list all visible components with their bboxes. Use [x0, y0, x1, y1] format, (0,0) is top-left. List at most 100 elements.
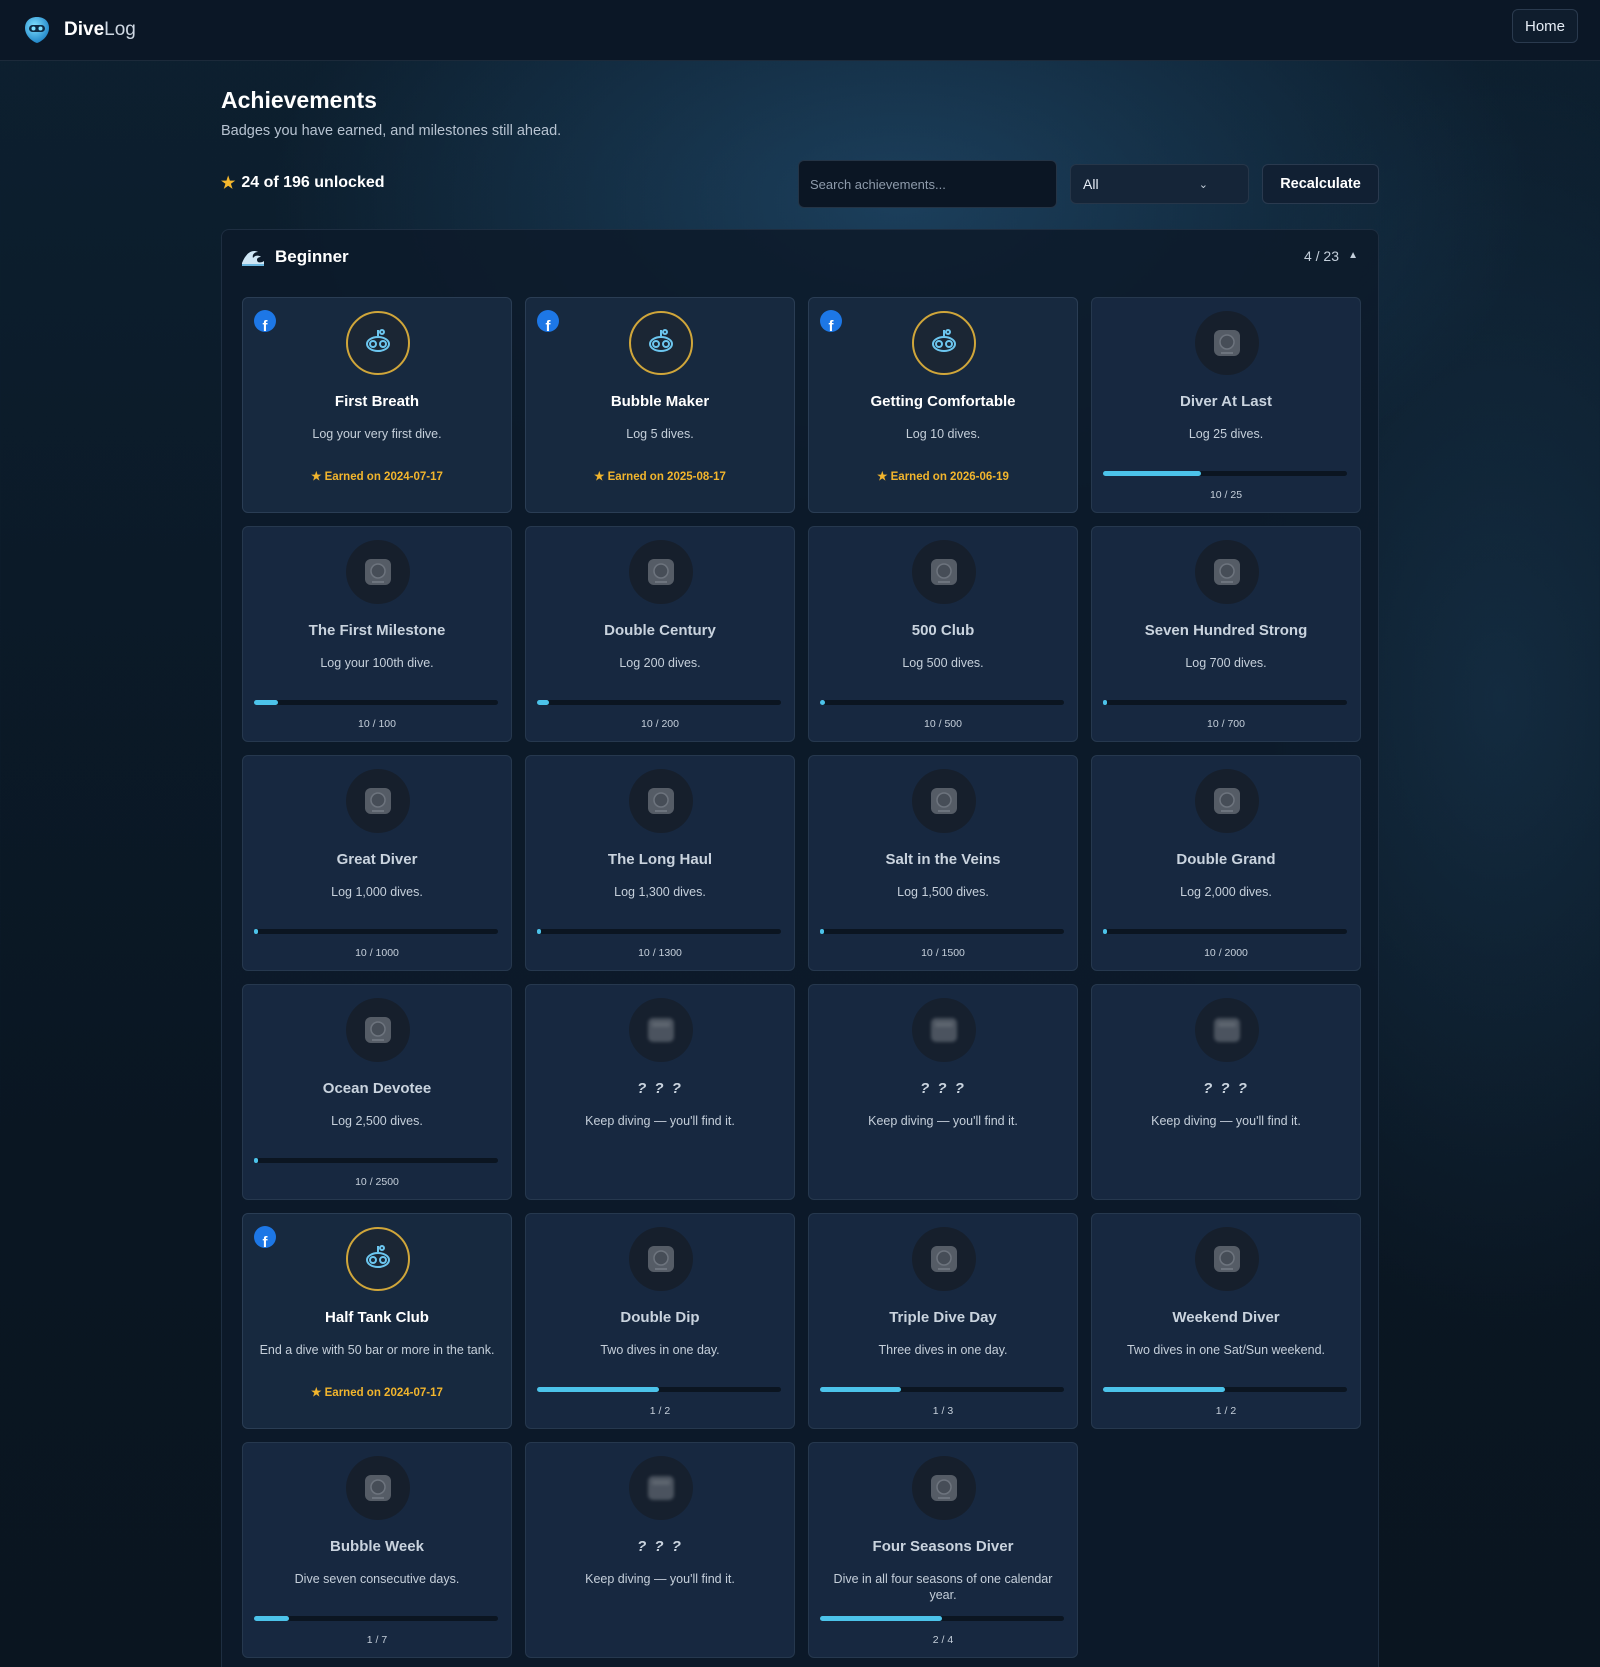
search-input[interactable]: Search achievements...	[798, 160, 1057, 208]
recalculate-button[interactable]: Recalculate	[1262, 164, 1379, 204]
section-header[interactable]: Beginner 4 / 23 ▲	[222, 230, 1378, 282]
collapse-caret-icon[interactable]: ▲	[1348, 250, 1358, 261]
achievement-name: Double Century	[604, 622, 716, 639]
achievement-description: Two dives in one day.	[600, 1343, 720, 1357]
achievement-name: Triple Dive Day	[889, 1309, 997, 1326]
earned-date: ★ Earned on 2025-08-17	[594, 471, 726, 483]
beginner-section: Beginner 4 / 23 ▲ f First Breath Log your …	[221, 229, 1379, 1667]
achievement-description: Dive in all four seasons of one calendar…	[833, 1572, 1053, 1602]
unlocked-count: 24 of 196 unlocked	[241, 174, 385, 191]
facebook-share-icon[interactable]: f	[254, 310, 276, 332]
achievement-card[interactable]: Salt in the Veins Log 1,500 dives. 10 / 15…	[808, 755, 1078, 971]
progress-bar	[537, 1387, 781, 1392]
divelog-logo-icon[interactable]	[24, 16, 50, 44]
achievement-card[interactable]: Great Diver Log 1,000 dives. 10 / 1000	[242, 755, 512, 971]
achievement-card[interactable]: f First Breath Log your very first dive. ★ …	[242, 297, 512, 513]
progress-bar	[1103, 700, 1347, 705]
achievement-card[interactable]: ? ? ? Keep diving — you'll find it.	[808, 984, 1078, 1200]
progress-text: 10 / 1000	[355, 947, 399, 959]
progress-fill	[1103, 929, 1107, 934]
progress-fill	[537, 700, 550, 705]
achievements-page: Achievements Badges you have earned, and…	[221, 61, 1379, 1667]
medal-2500-icon	[346, 998, 410, 1062]
achievement-card[interactable]: Weekend Diver Two dives in one Sat/Sun we…	[1091, 1213, 1361, 1429]
achievement-description: Three dives in one day.	[878, 1343, 1008, 1357]
achievement-name: ? ? ?	[637, 1538, 683, 1555]
achievement-description: Log 10 dives.	[905, 427, 981, 441]
achievement-card[interactable]: Seven Hundred Strong Log 700 dives. 10 / 7…	[1091, 526, 1361, 742]
achievement-card[interactable]: Double Century Log 200 dives. 10 / 200	[525, 526, 795, 742]
progress-text: 10 / 2000	[1204, 947, 1248, 959]
achievement-name: ? ? ?	[637, 1080, 683, 1097]
progress-bar	[537, 929, 781, 934]
progress-text: 10 / 500	[924, 718, 962, 730]
achievement-description: Log 1,000 dives.	[331, 885, 423, 899]
achievement-name: The First Milestone	[308, 622, 446, 639]
achievement-description: Keep diving — you'll find it.	[585, 1572, 735, 1586]
brand-name[interactable]: DiveLog	[64, 19, 136, 41]
achievement-description: Log 1,500 dives.	[897, 885, 989, 899]
achievement-description: Dive seven consecutive days.	[294, 1572, 460, 1586]
progress-text: 1 / 3	[932, 1405, 954, 1417]
achievement-name: Weekend Diver	[1172, 1309, 1280, 1326]
progress-bar	[1103, 929, 1347, 934]
tank-icon	[346, 1227, 410, 1291]
achievement-card[interactable]: 500 Club Log 500 dives. 10 / 500	[808, 526, 1078, 742]
achievement-card[interactable]: Double Dip Two dives in one day. 1 / 2	[525, 1213, 795, 1429]
achievement-card[interactable]: f Half Tank Club End a dive with 50 bar or…	[242, 1213, 512, 1429]
achievement-card[interactable]: Ocean Devotee Log 2,500 dives. 10 / 2500	[242, 984, 512, 1200]
medal-1300-icon	[629, 769, 693, 833]
progress-text: 1 / 7	[366, 1634, 388, 1646]
progress-bar	[820, 1616, 1064, 1621]
achievement-card[interactable]: Diver At Last Log 25 dives. 10 / 25	[1091, 297, 1361, 513]
achievement-card[interactable]: Double Grand Log 2,000 dives. 10 / 2000	[1091, 755, 1361, 971]
earned-date: ★ Earned on 2024-07-17	[311, 1387, 443, 1399]
achievement-card[interactable]: ? ? ? Keep diving — you'll find it.	[525, 1442, 795, 1658]
progress-bar	[254, 1616, 498, 1621]
diver-mask-icon	[346, 311, 410, 375]
star-icon: ★	[877, 471, 891, 483]
section-title: Beginner	[275, 247, 349, 266]
achievement-card[interactable]: Triple Dive Day Three dives in one day. 1 …	[808, 1213, 1078, 1429]
achievement-name: 500 Club	[911, 622, 975, 639]
progress-text: 10 / 100	[358, 718, 396, 730]
medal-500-icon	[912, 540, 976, 604]
home-button[interactable]: Home	[1511, 9, 1578, 43]
achievement-description: Log 2,000 dives.	[1180, 885, 1272, 899]
facebook-share-icon[interactable]: f	[820, 310, 842, 332]
achievement-card[interactable]: f Bubble Maker Log 5 dives. ★ Earned on 202…	[525, 297, 795, 513]
achievement-card[interactable]: Four Seasons Diver Dive in all four seaso…	[808, 1442, 1078, 1658]
progress-fill	[1103, 471, 1201, 476]
progress-bar	[820, 1387, 1064, 1392]
progress-text: 10 / 1500	[921, 947, 965, 959]
progress-text: 10 / 200	[641, 718, 679, 730]
progress-bar	[537, 700, 781, 705]
achievement-name: Bubble Week	[330, 1538, 424, 1555]
medal-2000-icon	[1195, 769, 1259, 833]
achievement-name: Salt in the Veins	[885, 851, 1001, 868]
achievement-description: Keep diving — you'll find it.	[868, 1114, 1018, 1128]
filter-select[interactable]: All ⌄	[1070, 164, 1249, 204]
hidden-badge-icon	[629, 1456, 693, 1520]
achievement-description: Log 200 dives.	[619, 656, 701, 670]
achievement-card[interactable]: Bubble Week Dive seven consecutive days. 1…	[242, 1442, 512, 1658]
progress-bar	[254, 1158, 498, 1163]
facebook-share-icon[interactable]: f	[254, 1226, 276, 1248]
progress-fill	[254, 700, 279, 705]
achievement-card[interactable]: ? ? ? Keep diving — you'll find it.	[525, 984, 795, 1200]
achievement-card[interactable]: The First Milestone Log your 100th dive. 1…	[242, 526, 512, 742]
wreath-medal-icon	[346, 540, 410, 604]
achievement-card[interactable]: f Getting Comfortable Log 10 dives. ★ Earne…	[808, 297, 1078, 513]
achievement-name: Double Dip	[620, 1309, 700, 1326]
progress-text: 1 / 2	[649, 1405, 671, 1417]
facebook-share-icon[interactable]: f	[537, 310, 559, 332]
progress-fill	[1103, 1387, 1225, 1392]
achievement-card[interactable]: The Long Haul Log 1,300 dives. 10 / 1300	[525, 755, 795, 971]
progress-fill	[1103, 700, 1107, 705]
page-subtitle: Badges you have earned, and milestones s…	[221, 123, 562, 139]
four-seasons-icon	[912, 1456, 976, 1520]
achievement-description: Two dives in one Sat/Sun weekend.	[1126, 1343, 1326, 1357]
achievement-name: The Long Haul	[607, 851, 713, 868]
achievement-card[interactable]: ? ? ? Keep diving — you'll find it.	[1091, 984, 1361, 1200]
achievement-name: ? ? ?	[1203, 1080, 1249, 1097]
